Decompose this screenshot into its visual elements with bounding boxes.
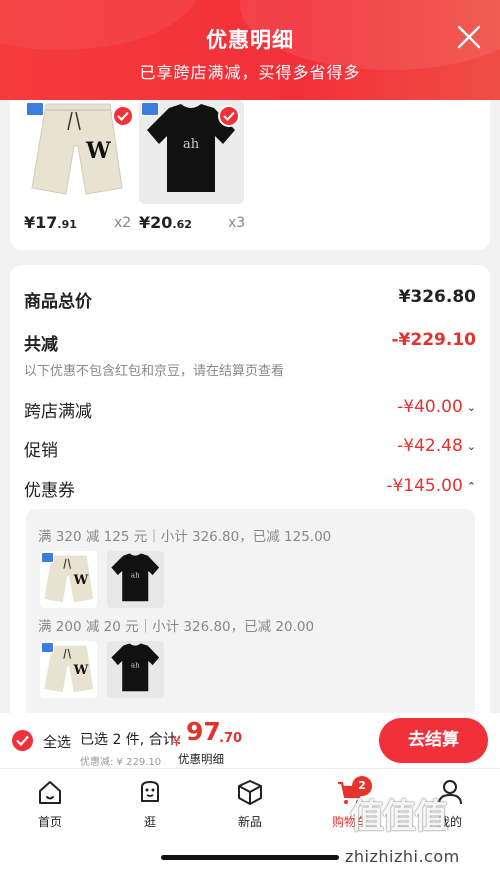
home-indicator [161,855,339,860]
promo-value[interactable]: -¥42.48 ⌄ [397,436,476,456]
chevron-down-icon: ⌄ [466,400,476,414]
chevron-up-icon: ⌃ [466,479,476,493]
product-check-icon[interactable] [112,105,134,127]
browse-icon [141,781,159,802]
coupon-detail-panel: 满 320 减 125 元｜小计 326.80，已减 125.00 W ah 满… [26,509,475,729]
product-qty: x3 [228,215,246,231]
tab-label: 新品 [237,815,262,829]
reduced-label: 共减 [24,335,58,355]
total-amount-decimal: .70 [219,731,243,746]
selected-count: 已选 2 件, 合计: [80,732,182,748]
watermark-logo: 值值值 [350,797,448,837]
close-button[interactable] [456,24,482,50]
tshirt-image: ah [111,643,160,692]
svg-text:ah: ah [131,660,140,669]
checkout-bar: 全选 已选 2 件, 合计: ¥ 97 .70 优惠减: ¥ 229.10 优惠… [0,713,500,768]
watermark-url: zhizhizhi.com [345,847,460,866]
tab-browse[interactable]: 逛 [120,777,180,830]
home-icon [39,781,61,804]
product-qty: x2 [114,215,132,231]
tab-home[interactable]: 首页 [20,777,80,830]
svg-text:W: W [85,138,111,164]
coupon-rule: 满 320 减 125 元｜小计 326.80，已减 125.00 [38,529,332,545]
page-title: 优惠明细 [206,28,294,52]
discount-detail-link[interactable]: 优惠明细 [178,751,224,767]
promo-label[interactable]: 促销 [24,436,58,461]
cross-store-value[interactable]: -¥40.00 ⌄ [397,397,476,417]
total-label: 商品总价 [24,292,92,312]
discount-detail-card: 商品总价 ¥326.80 共减 -¥229.10 以下优惠不包含红包和京豆，请在… [10,265,490,729]
coupon-label[interactable]: 优惠券 [24,476,75,501]
svg-text:ah: ah [183,137,200,152]
total-currency: ¥ [172,734,181,750]
store-tag-icon [141,102,159,116]
svg-text:ah: ah [131,570,140,579]
product-check-icon[interactable] [218,105,240,127]
select-all-label[interactable]: 全选 [43,732,71,752]
box-icon [238,780,262,805]
store-tag-icon [41,552,54,563]
store-tag-icon [26,102,44,116]
tab-label: 逛 [143,815,156,829]
discount-amount: 优惠减: ¥ 229.10 [80,757,162,768]
header: 优惠明细 已享跨店满减，买得多省得多 [0,0,500,100]
store-tag-icon [41,642,54,653]
chevron-down-icon: ⌄ [466,439,476,453]
svg-text:W: W [73,573,89,588]
coupon-rule: 满 200 减 20 元｜小计 326.80，已减 20.00 [38,619,315,635]
select-all-checkbox[interactable] [12,730,33,751]
page-subtitle: 已享跨店满减，买得多省得多 [139,63,361,82]
tab-label: 首页 [37,815,62,829]
coupon-value[interactable]: -¥145.00 ⌃ [386,476,476,496]
cross-store-label[interactable]: 跨店满减 [24,397,92,422]
checkout-button[interactable]: 去结算 [379,718,488,763]
discount-note: 以下优惠不包含红包和京豆，请在结算页查看 [24,364,285,379]
svg-text:W: W [73,663,89,678]
tshirt-image: ah [111,553,160,602]
product-price: ¥20.62 [139,213,192,232]
tab-new[interactable]: 新品 [220,777,280,830]
tab-bar: 首页 逛 新品 购物车 2 我的 值值值 zhizhizhi.com [0,768,500,871]
coupon-product-tshirt: ah [107,551,164,608]
product-price: ¥17.91 [24,213,77,232]
reduced-value: -¥229.10 [391,330,477,350]
total-amount: 97 [186,717,221,746]
product-card: W ¥17.91 x2 ah ¥20.62 x3 [10,100,490,250]
total-value: ¥326.80 [398,287,476,307]
coupon-product-tshirt: ah [107,641,164,698]
close-icon [457,25,481,49]
